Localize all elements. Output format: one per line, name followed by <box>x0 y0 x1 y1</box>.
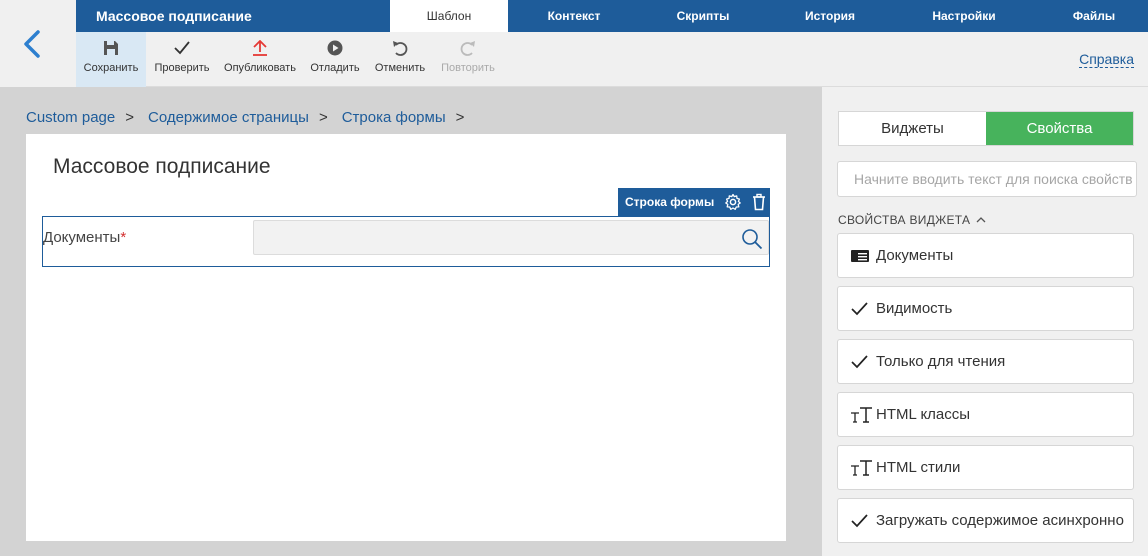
text-type-icon <box>851 406 872 423</box>
form-row-toolbar: Строка формы <box>618 188 770 216</box>
chevron-left-icon <box>24 30 40 58</box>
property-label: Видимость <box>876 300 953 317</box>
section-title-text: СВОЙСТВА ВИДЖЕТА <box>838 213 971 227</box>
top-nav-bar: Массовое подписание Шаблон Контекст Скри… <box>76 0 1148 32</box>
toolbar: Сохранить Проверить Опубликовать Отладит… <box>76 32 1148 87</box>
required-mark: * <box>120 229 127 246</box>
publish-label: Опубликовать <box>224 62 296 74</box>
tab-scripts[interactable]: Скрипты <box>652 0 754 32</box>
check-icon <box>851 513 868 527</box>
debug-button[interactable]: Отладить <box>308 32 362 87</box>
property-label: Только для чтения <box>876 353 1006 370</box>
tab-context[interactable]: Контекст <box>520 0 628 32</box>
breadcrumb-item-form-row[interactable]: Строка формы <box>342 109 446 126</box>
widget-properties-section-title[interactable]: СВОЙСТВА ВИДЖЕТА <box>838 213 986 227</box>
property-label: Загружать содержимое асинхронно <box>876 512 1124 529</box>
text-type-icon <box>851 459 872 476</box>
property-load-async[interactable]: Загружать содержимое асинхронно <box>837 498 1134 543</box>
breadcrumb-item-page-content[interactable]: Содержимое страницы <box>148 109 309 126</box>
check-label: Проверить <box>154 62 210 74</box>
tab-template[interactable]: Шаблон <box>390 0 508 32</box>
property-readonly[interactable]: Только для чтения <box>837 339 1134 384</box>
page-title: Массовое подписание <box>53 155 271 178</box>
breadcrumb-item-custom-page[interactable]: Custom page <box>26 109 115 126</box>
check-button[interactable]: Проверить <box>152 32 212 87</box>
tab-widgets[interactable]: Виджеты <box>839 112 986 145</box>
publish-button[interactable]: Опубликовать <box>222 32 298 87</box>
tab-properties[interactable]: Свойства <box>986 112 1133 145</box>
save-button[interactable]: Сохранить <box>76 32 146 87</box>
panel-tabs: Виджеты Свойства <box>838 111 1134 146</box>
gear-icon[interactable] <box>724 193 742 211</box>
undo-icon <box>393 41 408 56</box>
back-button[interactable] <box>20 28 48 60</box>
redo-label: Повторить <box>441 62 495 74</box>
tab-settings[interactable]: Настройки <box>914 0 1014 32</box>
page-canvas: Массовое подписание Строка формы Докумен… <box>26 134 786 541</box>
chevron-up-icon <box>976 217 986 223</box>
redo-button[interactable]: Повторить <box>438 32 498 87</box>
widget-card-icon <box>851 249 869 262</box>
trash-icon[interactable] <box>750 193 768 211</box>
chevron-right-icon: > <box>318 109 328 126</box>
debug-label: Отладить <box>310 62 360 74</box>
chevron-right-icon: > <box>455 109 465 126</box>
play-circle-icon <box>327 40 343 56</box>
check-icon <box>851 354 868 368</box>
property-label: HTML классы <box>876 406 971 423</box>
documents-field[interactable] <box>253 220 769 255</box>
floppy-disk-icon <box>104 41 118 55</box>
save-label: Сохранить <box>83 62 139 74</box>
property-label: HTML стили <box>876 459 961 476</box>
tab-history[interactable]: История <box>780 0 880 32</box>
breadcrumb: Custom page > Содержимое страницы > Стро… <box>26 109 478 126</box>
property-html-classes[interactable]: HTML классы <box>837 392 1134 437</box>
documents-label-text: Документы <box>43 229 121 246</box>
tab-files[interactable]: Файлы <box>1046 0 1142 32</box>
undo-button[interactable]: Отменить <box>372 32 428 87</box>
check-icon <box>851 301 868 315</box>
property-documents[interactable]: Документы <box>837 233 1134 278</box>
help-link[interactable]: Справка <box>1079 51 1134 68</box>
app-title: Массовое подписание <box>96 8 252 24</box>
form-row-toolbar-label: Строка формы <box>625 195 715 209</box>
property-visibility[interactable]: Видимость <box>837 286 1134 331</box>
properties-panel: Виджеты Свойства СВОЙСТВА ВИДЖЕТА Докуме… <box>822 87 1148 556</box>
upload-arrow-icon <box>253 40 267 56</box>
checkmark-icon <box>174 41 190 55</box>
undo-label: Отменить <box>374 62 426 74</box>
property-label: Документы <box>876 247 954 264</box>
property-html-styles[interactable]: HTML стили <box>837 445 1134 490</box>
redo-icon <box>460 41 475 56</box>
chevron-right-icon: > <box>125 109 134 126</box>
documents-field-label: Документы* <box>43 229 126 246</box>
back-area <box>0 0 76 87</box>
search-icon[interactable] <box>741 228 763 250</box>
property-search-input[interactable] <box>837 161 1137 197</box>
form-row[interactable]: Документы* <box>42 216 770 267</box>
